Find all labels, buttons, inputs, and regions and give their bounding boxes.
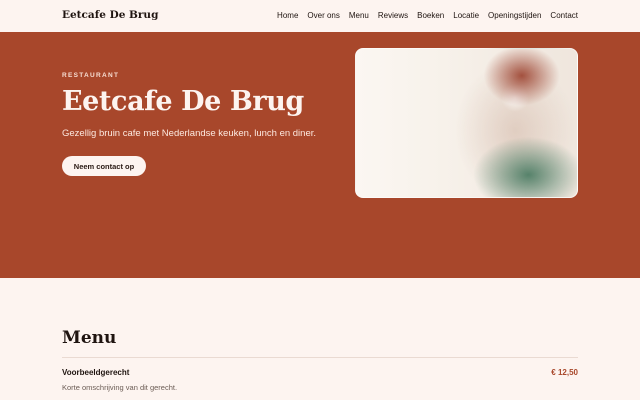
menu-section-title: Menu [62, 328, 117, 348]
nav-locatie[interactable]: Locatie [453, 11, 479, 20]
nav-home[interactable]: Home [277, 11, 298, 20]
main-nav: Home Over ons Menu Reviews Boeken Locati… [277, 11, 578, 20]
hero-image [355, 48, 578, 198]
hero-eyebrow: RESTAURANT [62, 72, 120, 79]
menu-divider [62, 357, 578, 358]
menu-item-price: € 12,50 [551, 368, 578, 377]
contact-button[interactable]: Neem contact op [62, 156, 146, 176]
hero-tagline: Gezellig bruin cafe met Nederlandse keuk… [62, 128, 317, 139]
nav-menu[interactable]: Menu [349, 11, 369, 20]
nav-contact[interactable]: Contact [550, 11, 578, 20]
nav-over-ons[interactable]: Over ons [307, 11, 339, 20]
nav-openingstijden[interactable]: Openingstijden [488, 11, 541, 20]
site-header: Eetcafe De Brug Home Over ons Menu Revie… [0, 0, 640, 32]
menu-item-name: Voorbeeldgerecht [62, 368, 130, 377]
nav-reviews[interactable]: Reviews [378, 11, 408, 20]
brand-logo[interactable]: Eetcafe De Brug [62, 9, 158, 21]
menu-item-description: Korte omschrijving van dit gerecht. [62, 383, 178, 392]
nav-boeken[interactable]: Boeken [417, 11, 444, 20]
hero-title: Eetcafe De Brug [62, 86, 304, 117]
